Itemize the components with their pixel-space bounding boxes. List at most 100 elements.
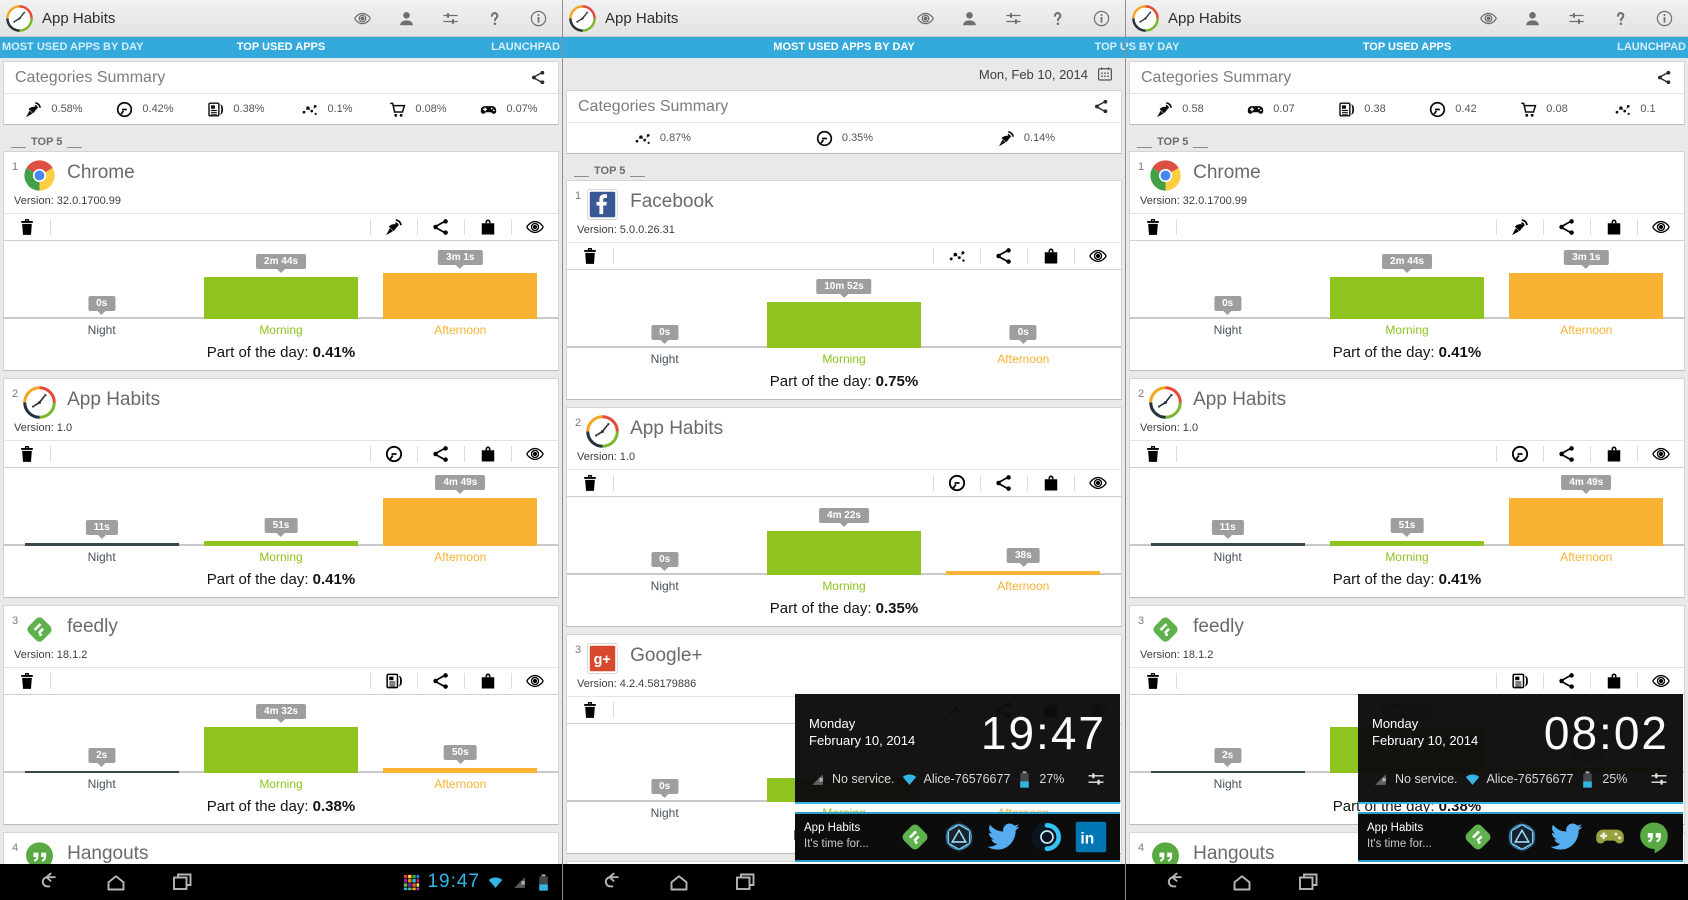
back-icon[interactable] [38,870,62,894]
delete-button[interactable] [567,243,613,269]
store-button[interactable] [1028,470,1074,496]
share-icon[interactable] [530,69,547,86]
category-button[interactable] [371,214,417,240]
category-value: 0.07 [1273,103,1294,115]
back-icon[interactable] [601,870,625,894]
category-button[interactable] [934,470,980,496]
help-icon[interactable] [1611,9,1630,28]
share-icon[interactable] [1656,69,1673,86]
tab-most-used-apps-by-day[interactable]: MOST USED APPS BY DAY [1126,41,1179,53]
store-button[interactable] [1591,441,1637,467]
sliders-icon[interactable] [441,9,460,28]
ingress-icon[interactable] [942,820,976,854]
sliders-icon[interactable] [1004,9,1023,28]
visibility-button[interactable] [1075,470,1121,496]
delete-button[interactable] [567,470,613,496]
share-button[interactable] [1544,214,1590,240]
sliders-icon[interactable] [1567,9,1586,28]
share-button[interactable] [418,214,464,240]
share-button[interactable] [1544,441,1590,467]
tab-launchpad[interactable]: LAUNCHPAD [491,41,560,53]
share-button[interactable] [418,441,464,467]
share-button[interactable] [1544,668,1590,694]
recents-icon[interactable] [1296,870,1320,894]
share-button[interactable] [981,470,1027,496]
delete-button[interactable] [1130,214,1176,240]
category-stat: 0.08 [1498,100,1589,119]
linkedin-icon[interactable]: in [1074,820,1108,854]
store-button[interactable] [465,441,511,467]
person-icon[interactable] [1523,9,1542,28]
date-selector[interactable]: Mon, Feb 10, 2014 [566,61,1122,87]
store-button[interactable] [1591,214,1637,240]
person-icon[interactable] [397,9,416,28]
notification-panel[interactable]: App Habits It's time for... in [795,812,1120,862]
visibility-button[interactable] [1075,243,1121,269]
back-icon[interactable] [1164,870,1188,894]
recents-icon[interactable] [170,870,194,894]
visibility-button[interactable] [512,214,558,240]
sliders-icon[interactable] [1649,769,1669,789]
store-button[interactable] [465,214,511,240]
ring-icon[interactable] [1030,820,1064,854]
bag-icon [1041,246,1061,266]
category-button[interactable] [1497,441,1543,467]
eye-icon[interactable] [916,9,935,28]
category-button[interactable] [1497,668,1543,694]
visibility-button[interactable] [512,441,558,467]
eye-icon[interactable] [1479,9,1498,28]
tab-top-used-apps[interactable]: TOP USED APPS [1363,41,1451,53]
visibility-button[interactable] [1638,214,1684,240]
tab-launchpad[interactable]: LAUNCHPAD [1617,41,1686,53]
panel-top-used-apps: App Habits MOST USED APPS BY DAY TOP USE… [0,0,562,900]
notification-panel[interactable]: App Habits It's time for... [1358,812,1683,862]
home-icon[interactable] [1230,870,1254,894]
delete-button[interactable] [4,214,50,240]
ingress-icon[interactable] [1505,820,1539,854]
category-button[interactable] [934,243,980,269]
tab-most-used-apps-by-day[interactable]: MOST USED APPS BY DAY [2,41,143,53]
delete-button[interactable] [4,668,50,694]
feedly-icon[interactable] [898,820,932,854]
person-icon[interactable] [960,9,979,28]
recents-icon[interactable] [733,870,757,894]
visibility-button[interactable] [512,668,558,694]
feedly-icon[interactable] [1461,820,1495,854]
category-button[interactable] [371,668,417,694]
store-button[interactable] [465,668,511,694]
info-icon[interactable] [529,9,548,28]
share-icon[interactable] [1093,98,1110,115]
help-icon[interactable] [485,9,504,28]
part-of-day-value: 0.41% [1439,571,1482,588]
chart-column: 4m 49s [1497,474,1676,546]
status-cluster[interactable]: 19:47 [403,871,562,893]
store-button[interactable] [1591,668,1637,694]
share-button[interactable] [418,668,464,694]
share-button[interactable] [981,243,1027,269]
playgames-icon[interactable] [1593,820,1627,854]
delete-button[interactable] [567,697,613,723]
home-icon[interactable] [104,870,128,894]
hangouts-icon[interactable] [1637,820,1671,854]
twitter-icon[interactable] [1549,820,1583,854]
tab-most-used-apps-by-day[interactable]: MOST USED APPS BY DAY [773,41,914,53]
delete-button[interactable] [4,441,50,467]
home-icon[interactable] [667,870,691,894]
help-icon[interactable] [1048,9,1067,28]
tab-top-used-apps[interactable]: TOP USED APPS [237,41,325,53]
calendar-icon[interactable] [1096,65,1114,83]
sliders-icon[interactable] [1086,769,1106,789]
info-icon[interactable] [1092,9,1111,28]
visibility-button[interactable] [1638,441,1684,467]
tab-top-used-apps[interactable]: TOP USED APPS [1095,41,1125,53]
visibility-button[interactable] [1638,668,1684,694]
delete-button[interactable] [1130,668,1176,694]
eye-icon[interactable] [353,9,372,28]
category-button[interactable] [371,441,417,467]
bag-icon [1604,217,1624,237]
store-button[interactable] [1028,243,1074,269]
info-icon[interactable] [1655,9,1674,28]
category-button[interactable] [1497,214,1543,240]
twitter-icon[interactable] [986,820,1020,854]
delete-button[interactable] [1130,441,1176,467]
